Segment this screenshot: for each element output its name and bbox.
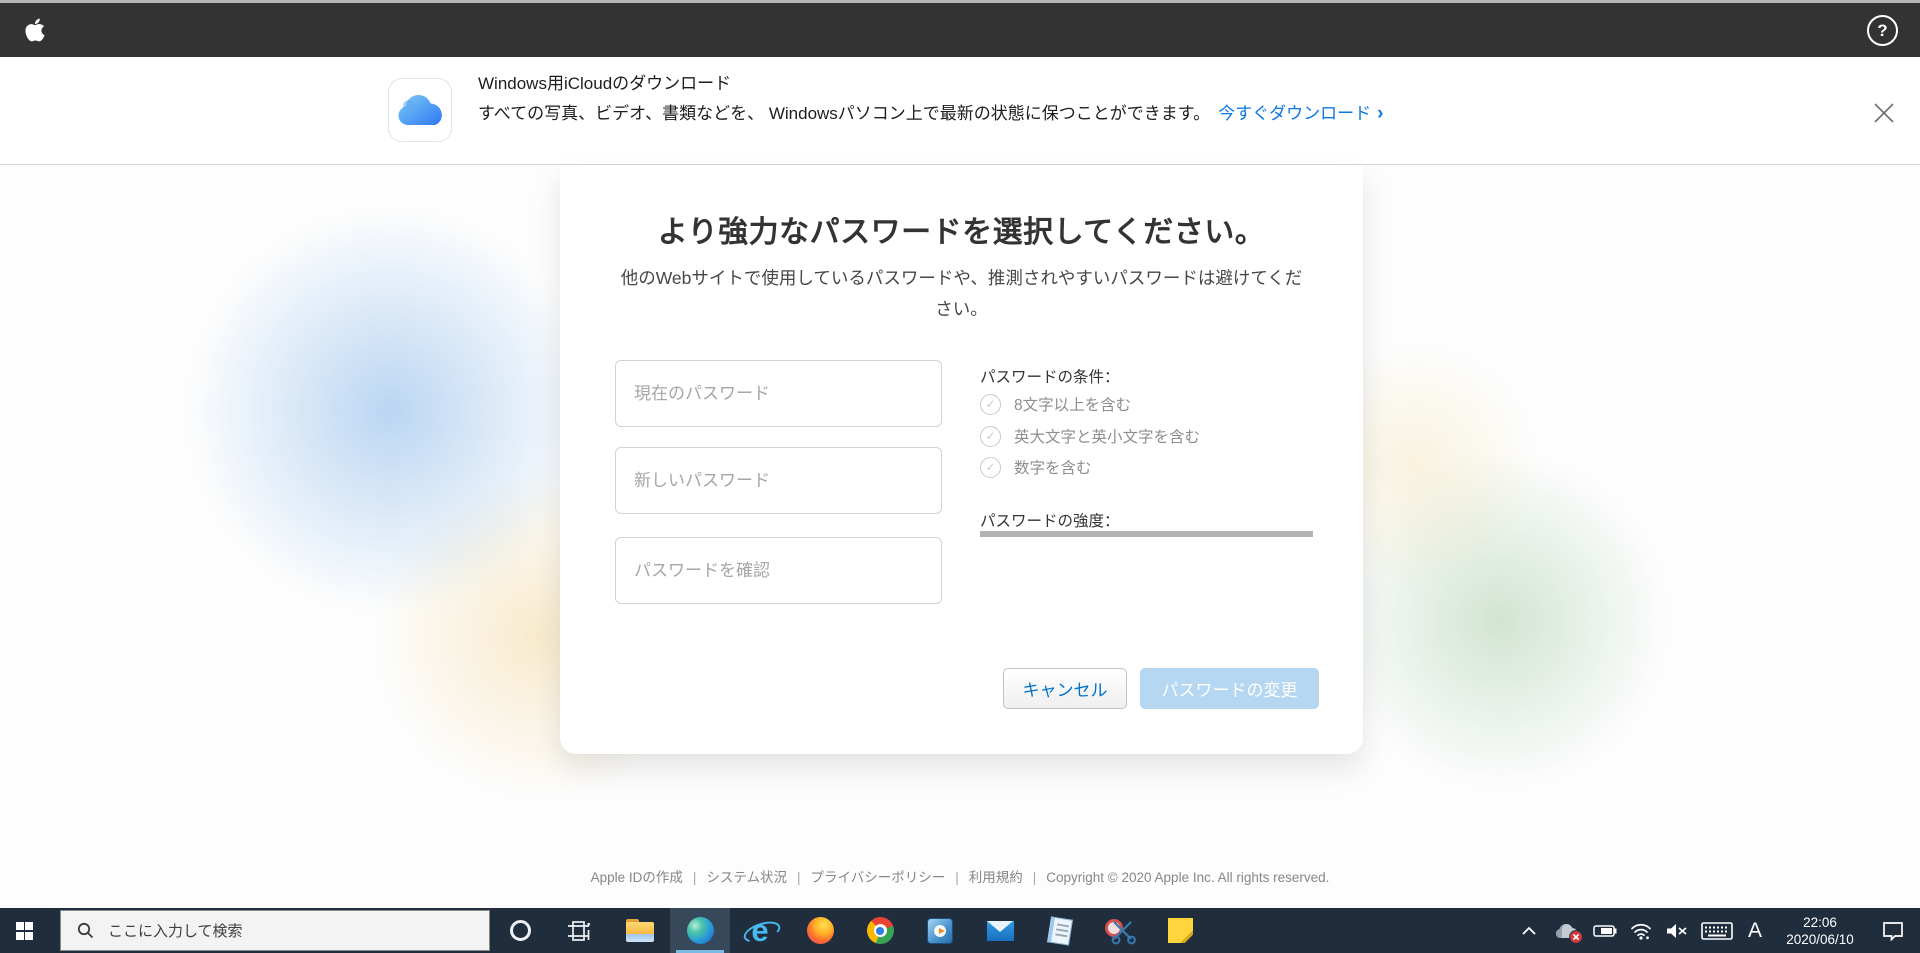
password-requirements-title: パスワードの条件： (980, 369, 1120, 386)
system-tray: A 22:06 2020/06/10 (1514, 908, 1920, 953)
taskbar-search-input[interactable]: ここに入力して検索 (60, 910, 490, 951)
requirement-item: ✓ 英大文字と英小文字を含む (980, 425, 1200, 447)
change-password-button[interactable]: パスワードの変更 (1140, 668, 1319, 709)
action-center-icon[interactable] (1872, 908, 1914, 953)
footer-link-system-status[interactable]: システム状況 (706, 870, 787, 885)
cancel-button[interactable]: キャンセル (1003, 668, 1127, 709)
footer-link-privacy-policy[interactable]: プライバシーポリシー (811, 870, 946, 885)
ime-mode-indicator[interactable]: A (1742, 908, 1768, 953)
desktop-screen: ? Windows用iCloudのダウンロード すべての写真、ビデオ、書類などを… (0, 0, 1920, 953)
windows-taskbar: ここに入力して検索 e A 22:06 2020/06/10 (0, 908, 1920, 953)
internet-explorer-button[interactable]: e (730, 908, 790, 953)
page-footer: Apple IDの作成 | システム状況 | プライバシーポリシー | 利用規約 | Copyr… (0, 866, 1920, 886)
icloud-app-icon (388, 78, 452, 142)
check-circle-icon: ✓ (980, 425, 1001, 447)
new-password-input[interactable] (615, 447, 942, 514)
footer-link-create-apple-id[interactable]: Apple IDの作成 (591, 870, 683, 885)
clock-time: 22:06 (1803, 914, 1837, 930)
clock-date: 2020/06/10 (1786, 931, 1854, 947)
snipping-tool-button[interactable] (1090, 908, 1150, 953)
dialog-title: より強力なパスワードを選択してください。 (657, 216, 1266, 249)
chrome-button[interactable] (850, 908, 910, 953)
dialog-buttons: キャンセル パスワードの変更 (560, 668, 1363, 709)
firefox-icon (806, 917, 834, 944)
windows-logo-icon (15, 922, 33, 940)
search-placeholder: ここに入力して検索 (108, 923, 243, 940)
requirement-label: 8文字以上を含む (1014, 397, 1132, 414)
firefox-button[interactable] (790, 908, 850, 953)
volume-muted-icon[interactable] (1662, 908, 1692, 953)
sticky-notes-icon (1167, 918, 1193, 943)
password-strength-bar (980, 531, 1313, 537)
file-explorer-icon (626, 919, 654, 942)
edge-button-active[interactable] (670, 908, 730, 953)
sticky-notes-button[interactable] (1150, 908, 1210, 953)
taskbar-app-buttons: e (490, 908, 1210, 953)
tray-chevron-up-icon[interactable] (1514, 908, 1544, 953)
change-password-dialog: より強力なパスワードを選択してください。 他のWebサイトで使用しているパスワー… (560, 165, 1363, 754)
cortana-button[interactable] (490, 908, 550, 953)
task-view-button[interactable] (550, 908, 610, 953)
file-explorer-button[interactable] (610, 908, 670, 953)
icloud-download-banner: Windows用iCloudのダウンロード すべての写真、ビデオ、書類などを、 … (0, 57, 1920, 165)
cloud-icon (398, 95, 442, 125)
footer-separator: | (797, 870, 801, 885)
check-circle-icon: ✓ (980, 393, 1001, 415)
footer-separator: | (1032, 870, 1037, 885)
snipping-tool-icon (1105, 917, 1136, 945)
password-strength-label: パスワードの強度： (980, 513, 1120, 530)
banner-close-icon[interactable] (1870, 99, 1898, 127)
banner-text-block: Windows用iCloudのダウンロード すべての写真、ビデオ、書類などを、 … (478, 70, 1383, 129)
notepad-button[interactable] (1030, 908, 1090, 953)
requirement-item: ✓ 8文字以上を含む (980, 393, 1131, 415)
banner-title: Windows用iCloudのダウンロード (478, 74, 732, 93)
internet-explorer-icon: e (745, 915, 775, 946)
apple-top-bar: ? (0, 3, 1920, 57)
onedrive-error-icon[interactable] (1550, 908, 1584, 953)
footer-copyright: Copyright © 2020 Apple Inc. All rights r… (1046, 870, 1330, 885)
footer-separator: | (955, 870, 959, 885)
check-circle-icon: ✓ (980, 456, 1001, 478)
download-now-link[interactable]: 今すぐダウンロード (1218, 104, 1371, 123)
media-player-icon (927, 917, 953, 944)
notepad-icon (1047, 915, 1073, 946)
edge-icon (686, 917, 714, 944)
task-view-icon (568, 920, 590, 941)
mail-icon (986, 920, 1014, 941)
requirement-label: 数字を含む (1014, 460, 1092, 477)
verify-password-input[interactable] (615, 537, 942, 604)
mail-button[interactable] (970, 908, 1030, 953)
chrome-icon (866, 917, 894, 944)
dialog-subtitle: 他のWebサイトで使用しているパスワードや、推測されやすいパスワードは避けてくだ… (620, 268, 1303, 319)
requirement-item: ✓ 数字を含む (980, 456, 1092, 478)
footer-link-terms[interactable]: 利用規約 (969, 870, 1023, 885)
taskbar-clock[interactable]: 22:06 2020/06/10 (1774, 914, 1866, 948)
chevron-right-icon: › (1377, 103, 1384, 124)
page-background: より強力なパスワードを選択してください。 他のWebサイトで使用しているパスワー… (0, 165, 1920, 908)
media-player-button[interactable] (910, 908, 970, 953)
banner-description-text: すべての写真、ビデオ、書類などを、 Windowsパソコン上で最新の状態に保つこ… (478, 104, 1211, 123)
current-password-input[interactable] (615, 360, 942, 427)
help-icon[interactable]: ? (1867, 15, 1898, 46)
apple-logo-icon (25, 18, 45, 42)
start-button[interactable] (0, 908, 48, 953)
cortana-icon (509, 920, 531, 941)
wifi-icon[interactable] (1626, 908, 1656, 953)
footer-separator: | (692, 870, 697, 885)
touch-keyboard-icon[interactable] (1698, 908, 1736, 953)
battery-icon[interactable] (1590, 908, 1620, 953)
banner-description: すべての写真、ビデオ、書類などを、 Windowsパソコン上で最新の状態に保つこ… (478, 99, 1383, 129)
search-icon (77, 922, 94, 939)
requirement-label: 英大文字と英小文字を含む (1014, 429, 1201, 446)
